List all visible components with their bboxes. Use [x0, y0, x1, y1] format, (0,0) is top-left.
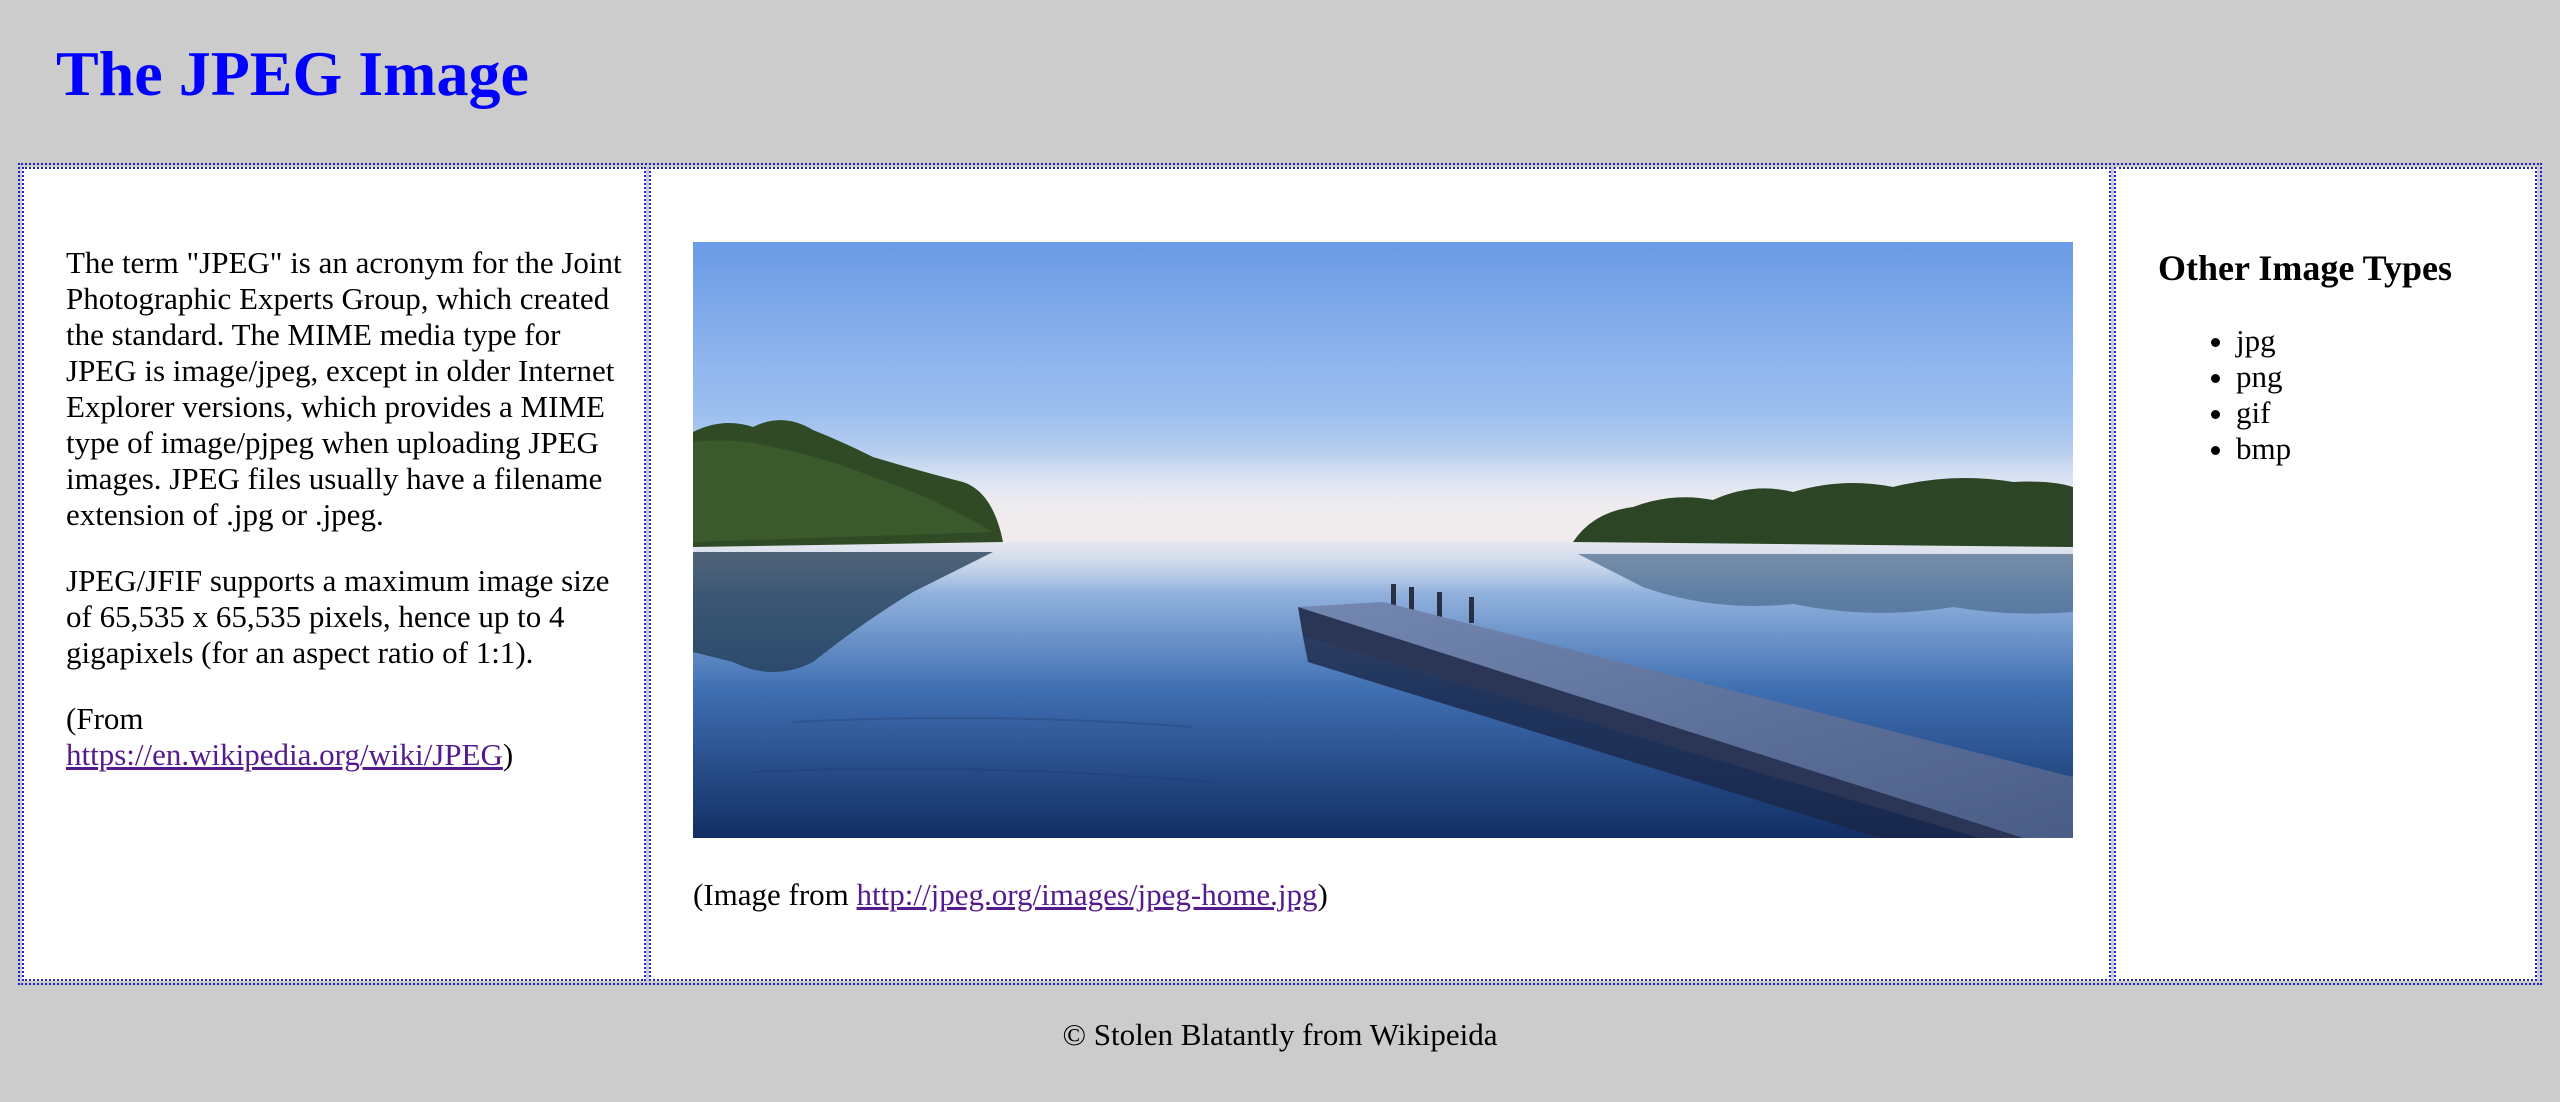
middle-cell: (Image from http://jpeg.org/images/jpeg-…	[649, 167, 2111, 981]
description-paragraph-2: JPEG/JFIF supports a maximum image size …	[66, 563, 610, 670]
other-types-heading: Other Image Types	[2158, 248, 2452, 288]
lake-dock-photo	[693, 242, 2073, 838]
footer-text: © Stolen Blatantly from Wikipeida	[1062, 1017, 1498, 1052]
source-line: (From https://en.wikipedia.org/wiki/JPEG)	[66, 701, 626, 773]
source-suffix: )	[502, 737, 514, 772]
description-paragraph-1: The term "JPEG" is an acronym for the Jo…	[66, 245, 622, 532]
page-title: The JPEG Image	[56, 38, 529, 109]
left-cell: The term "JPEG" is an acronym for the Jo…	[22, 167, 646, 981]
image-types-list: jpg png gif bmp	[2158, 323, 2291, 467]
list-item: png	[2236, 359, 2291, 395]
right-cell: Other Image Types jpg png gif bmp	[2114, 167, 2537, 981]
source-prefix: (From	[66, 701, 144, 736]
list-item: gif	[2236, 395, 2291, 431]
description-text: The term "JPEG" is an acronym for the Jo…	[66, 245, 626, 803]
content-table: The term "JPEG" is an acronym for the Jo…	[18, 163, 2542, 985]
caption-suffix: )	[1317, 877, 1328, 912]
list-item: bmp	[2236, 431, 2291, 467]
image-source-link[interactable]: http://jpeg.org/images/jpeg-home.jpg	[857, 877, 1318, 912]
caption-prefix: (Image from	[693, 877, 857, 912]
list-item: jpg	[2236, 323, 2291, 359]
image-caption: (Image from http://jpeg.org/images/jpeg-…	[693, 877, 1328, 913]
wikipedia-link[interactable]: https://en.wikipedia.org/wiki/JPEG	[66, 737, 503, 772]
